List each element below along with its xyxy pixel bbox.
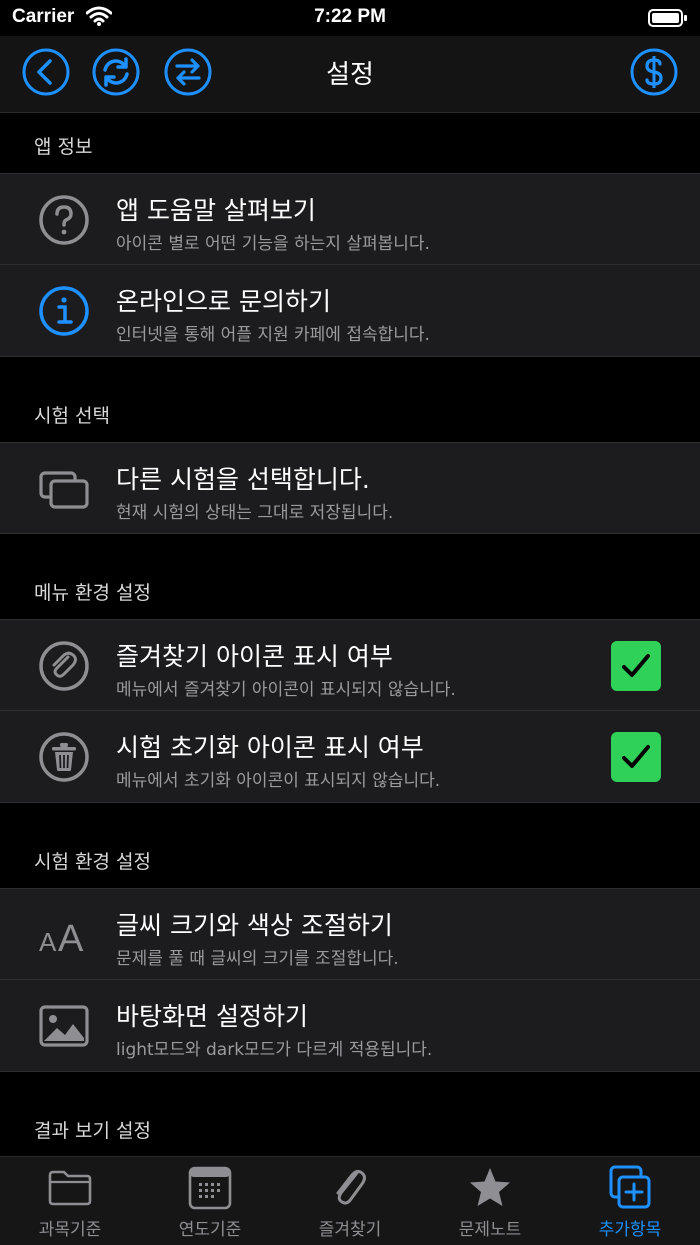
tab-more[interactable]: 추가항목 (560, 1157, 700, 1245)
row-font-size-color[interactable]: A A 글씨 크기와 색상 조절하기 문제를 풀 때 글씨의 크기를 조절합니다… (0, 888, 700, 980)
tab-label: 연도기준 (178, 1220, 242, 1240)
row-subtitle: light모드와 dark모드가 다르게 적용됩니다. (116, 1040, 433, 1060)
tab-label: 즐겨찾기 (318, 1220, 382, 1240)
section-header-exam-select: 시험 선택 (34, 405, 110, 427)
tab-label: 추가항목 (598, 1220, 662, 1240)
paperclip-circle-icon (38, 640, 90, 692)
row-title: 앱 도움말 살펴보기 (116, 196, 316, 225)
row-app-help[interactable]: 앱 도움말 살펴보기 아이콘 별로 어떤 기능을 하는지 살펴봅니다. (0, 173, 700, 265)
tab-bar: 과목기준 연도기준 즐겨찾기 문제노트 추가항목 (0, 1156, 700, 1245)
row-subtitle: 메뉴에서 즐겨찾기 아이콘이 표시되지 않습니다. (116, 680, 456, 700)
row-title: 시험 초기화 아이콘 표시 여부 (116, 733, 424, 762)
trash-circle-icon (38, 731, 90, 783)
dollar-icon (630, 48, 678, 96)
row-title: 글씨 크기와 색상 조절하기 (116, 911, 393, 940)
calendar-icon (185, 1165, 235, 1211)
row-wallpaper[interactable]: 바탕화면 설정하기 light모드와 dark모드가 다르게 적용됩니다. (0, 980, 700, 1072)
checkmark-icon (622, 745, 650, 768)
navigation-bar: 설정 (0, 36, 700, 113)
photo-icon (38, 1000, 90, 1052)
tab-subject[interactable]: 과목기준 (0, 1157, 140, 1245)
tab-year[interactable]: 연도기준 (140, 1157, 280, 1245)
row-subtitle: 인터넷을 통해 어플 지원 카페에 접속합니다. (116, 325, 430, 345)
clock: 7:22 PM (314, 6, 386, 27)
paperclip-icon (325, 1165, 375, 1211)
question-circle-icon (38, 194, 90, 246)
row-title: 다른 시험을 선택합니다. (116, 465, 370, 494)
svg-text:A: A (39, 927, 57, 957)
row-title: 즐겨찾기 아이콘 표시 여부 (116, 642, 393, 671)
battery-icon (648, 8, 688, 32)
row-subtitle: 현재 시험의 상태는 그대로 저장됩니다. (116, 503, 394, 523)
folder-icon (45, 1165, 95, 1211)
row-title: 바탕화면 설정하기 (116, 1002, 308, 1031)
row-subtitle: 문제를 풀 때 글씨의 크기를 조절합니다. (116, 949, 399, 969)
row-title: 온라인으로 문의하기 (116, 287, 331, 316)
favorites-checkbox[interactable] (611, 641, 661, 691)
section-header-result-settings: 결과 보기 설정 (34, 1120, 151, 1142)
checkmark-icon (622, 654, 650, 677)
tab-notes[interactable]: 문제노트 (420, 1157, 560, 1245)
row-favorites-icon-toggle[interactable]: 즐겨찾기 아이콘 표시 여부 메뉴에서 즐겨찾기 아이콘이 표시되지 않습니다. (0, 619, 700, 711)
tab-favorites[interactable]: 즐겨찾기 (280, 1157, 420, 1245)
info-circle-icon (38, 285, 90, 337)
tab-label: 문제노트 (458, 1220, 522, 1240)
text-size-icon: A A (38, 909, 90, 961)
section-header-exam-settings: 시험 환경 설정 (34, 851, 151, 873)
add-stack-icon (605, 1165, 655, 1211)
section-header-app-info: 앱 정보 (34, 136, 93, 158)
section-header-menu-settings: 메뉴 환경 설정 (34, 582, 151, 604)
settings-list[interactable]: 앱 정보 앱 도움말 살펴보기 아이콘 별로 어떤 기능을 하는지 살펴봅니다.… (0, 113, 700, 1156)
svg-text:A: A (58, 918, 84, 960)
tab-label: 과목기준 (38, 1220, 102, 1240)
row-reset-icon-toggle[interactable]: 시험 초기화 아이콘 표시 여부 메뉴에서 초기화 아이콘이 표시되지 않습니다… (0, 711, 700, 803)
status-bar: Carrier 7:22 PM (0, 0, 700, 36)
stacked-windows-icon (38, 463, 90, 515)
row-online-inquiry[interactable]: 온라인으로 문의하기 인터넷을 통해 어플 지원 카페에 접속합니다. (0, 265, 700, 357)
star-icon (465, 1165, 515, 1211)
reset-checkbox[interactable] (611, 732, 661, 782)
row-subtitle: 메뉴에서 초기화 아이콘이 표시되지 않습니다. (116, 771, 441, 791)
row-subtitle: 아이콘 별로 어떤 기능을 하는지 살펴봅니다. (116, 234, 430, 254)
page-title: 설정 (326, 60, 374, 90)
purchase-button[interactable] (630, 48, 678, 96)
row-select-exam[interactable]: 다른 시험을 선택합니다. 현재 시험의 상태는 그대로 저장됩니다. (0, 442, 700, 534)
